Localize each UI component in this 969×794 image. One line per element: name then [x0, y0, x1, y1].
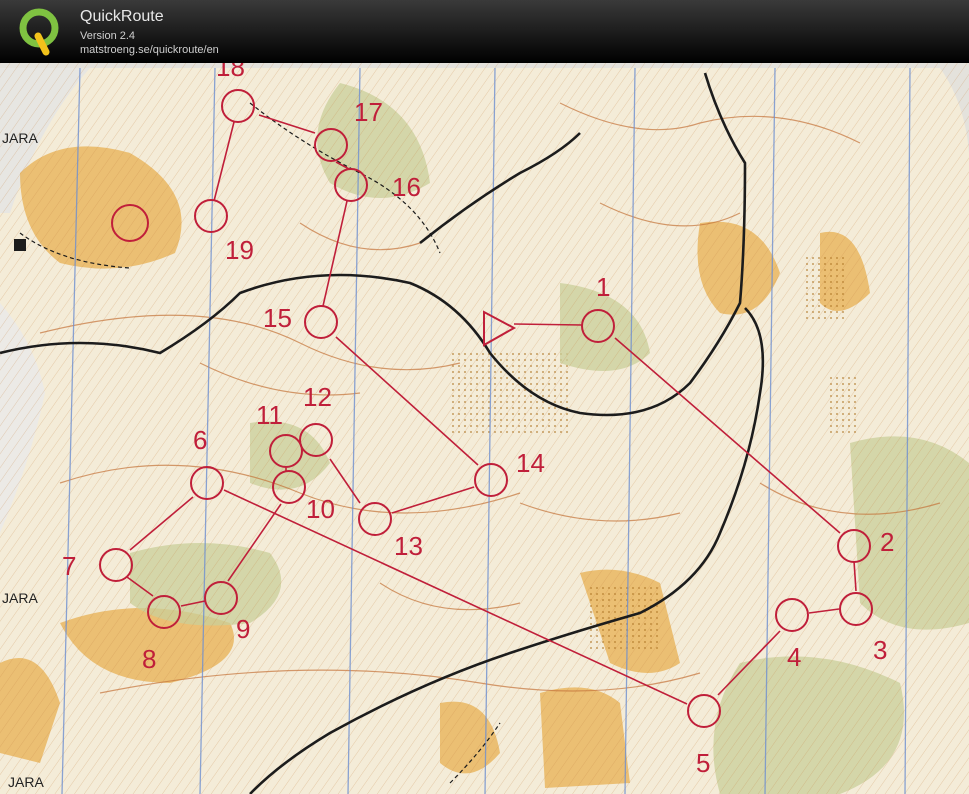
control-number-2: 2 — [880, 527, 894, 557]
quickroute-logo-icon — [19, 8, 59, 56]
building-marker — [14, 239, 26, 251]
app-title: QuickRoute — [80, 8, 164, 25]
control-number-9: 9 — [236, 614, 250, 644]
control-number-4: 4 — [787, 642, 801, 672]
app-url: matstroeng.se/quickroute/en — [80, 44, 219, 56]
control-number-11: 11 — [256, 400, 283, 430]
control-number-5: 5 — [696, 748, 710, 778]
control-number-18: 18 — [216, 63, 245, 82]
control-number-13: 13 — [394, 531, 423, 561]
app-version: Version 2.4 — [80, 30, 136, 42]
control-number-19: 19 — [225, 235, 254, 265]
control-number-3: 3 — [873, 635, 887, 665]
control-number-6: 6 — [193, 425, 207, 455]
control-number-14: 14 — [516, 448, 545, 478]
control-number-1: 1 — [596, 272, 610, 302]
orienteering-map[interactable]: 1 2 3 4 5 6 7 8 9 10 11 12 13 14 15 16 1… — [0, 63, 969, 794]
control-number-8: 8 — [142, 644, 156, 674]
map-edge-label-bottom-left: JARA — [8, 774, 44, 790]
control-number-17: 17 — [354, 97, 383, 127]
control-number-7: 7 — [62, 551, 76, 581]
control-number-15: 15 — [263, 303, 292, 333]
map-edge-label-top-left: JARA — [2, 130, 38, 146]
control-number-12: 12 — [303, 382, 332, 412]
control-number-16: 16 — [392, 172, 421, 202]
control-number-10: 10 — [306, 494, 335, 524]
title-bar: QuickRoute Version 2.4 matstroeng.se/qui… — [0, 0, 969, 63]
map-edge-label-left: JARA — [2, 590, 38, 606]
